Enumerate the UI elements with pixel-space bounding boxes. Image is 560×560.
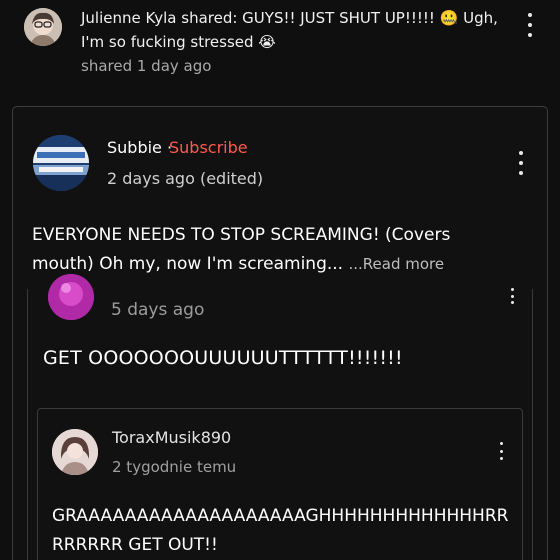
embedded-comment-time: 5 days ago [111, 300, 205, 320]
embedded-more-icon [502, 288, 522, 304]
reply-text: GRAAAAAAAAAAAAAAAAAAAGHHHHHHHHHHHHHRRRRR… [52, 506, 509, 555]
embedded-comment-text: GET OOOOOOOUUUUUUTTTTTT!!!!!!! [43, 347, 403, 369]
post-more-icon[interactable] [511, 151, 531, 175]
reply-more-icon [491, 442, 511, 460]
notification-more-icon[interactable] [520, 13, 540, 37]
post-text: EVERYONE NEEDS TO STOP SCREAMING! (Cover… [32, 221, 512, 279]
reply-username: ToraxMusik890 [112, 428, 232, 447]
subscribe-button[interactable]: Subscribe [169, 138, 248, 157]
channel-name[interactable]: Subbie · [107, 138, 172, 157]
notification-time: shared 1 day ago [81, 57, 212, 75]
post-date: 2 days ago (edited) [107, 169, 264, 188]
channel-avatar[interactable] [33, 135, 89, 191]
channel-name-label[interactable]: Subbie [107, 138, 162, 157]
reply-time: 2 tygodnie temu [112, 458, 237, 476]
embedded-commenter-avatar [48, 274, 94, 320]
notification-text: Julienne Kyla shared: GUYS!! JUST SHUT U… [81, 9, 498, 51]
sharer-avatar[interactable] [24, 8, 62, 46]
reply-avatar [52, 429, 98, 475]
read-more-link[interactable]: ...Read more [349, 255, 445, 273]
